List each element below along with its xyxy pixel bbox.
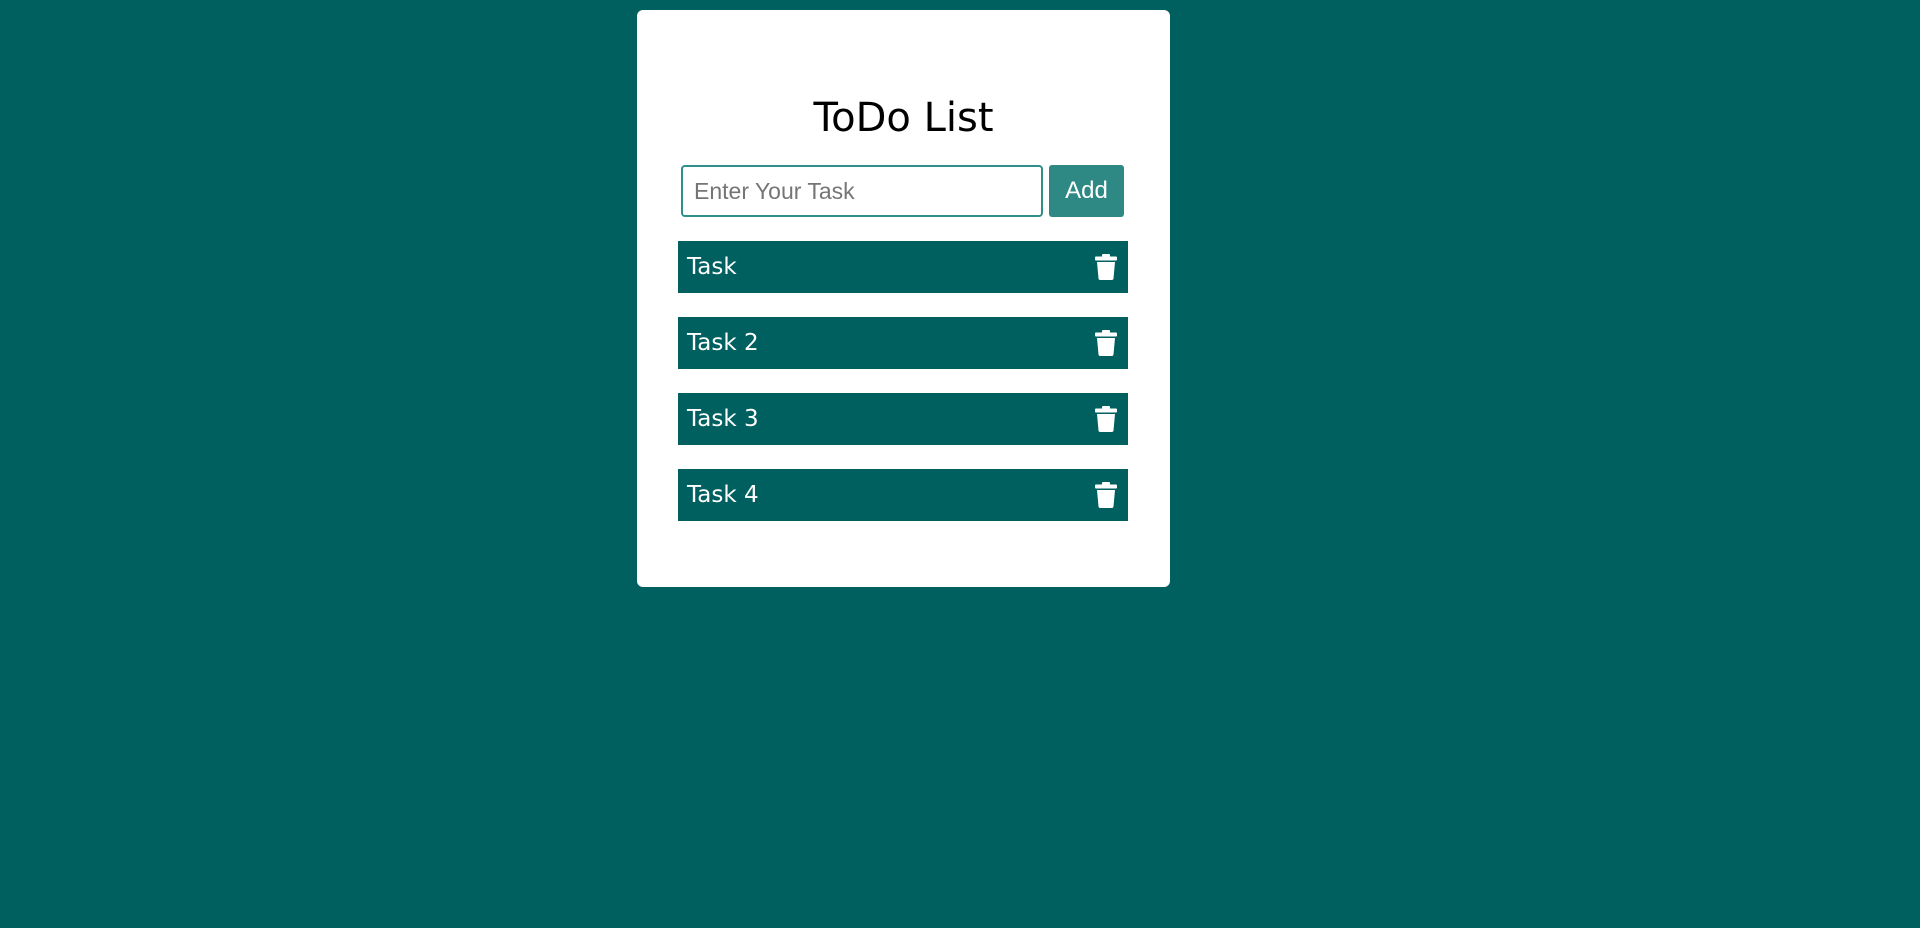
list-item: Task 4 <box>678 469 1128 521</box>
task-input[interactable] <box>681 165 1043 217</box>
list-item: Task <box>678 241 1128 293</box>
todo-card: ToDo List Add Task Task 2 <box>637 10 1170 587</box>
delete-button[interactable] <box>1090 479 1122 511</box>
add-button[interactable]: Add <box>1049 165 1124 217</box>
page-title: ToDo List <box>813 95 994 141</box>
delete-button[interactable] <box>1090 251 1122 283</box>
trash-icon <box>1095 406 1117 432</box>
task-label: Task <box>687 254 737 280</box>
list-item: Task 3 <box>678 393 1128 445</box>
trash-icon <box>1095 254 1117 280</box>
task-label: Task 2 <box>687 330 759 356</box>
list-item: Task 2 <box>678 317 1128 369</box>
delete-button[interactable] <box>1090 403 1122 435</box>
delete-button[interactable] <box>1090 327 1122 359</box>
task-list: Task Task 2 Task 3 Task 4 <box>678 241 1128 545</box>
task-label: Task 3 <box>687 406 759 432</box>
trash-icon <box>1095 330 1117 356</box>
trash-icon <box>1095 482 1117 508</box>
task-label: Task 4 <box>687 482 759 508</box>
task-entry-form: Add <box>681 165 1131 217</box>
